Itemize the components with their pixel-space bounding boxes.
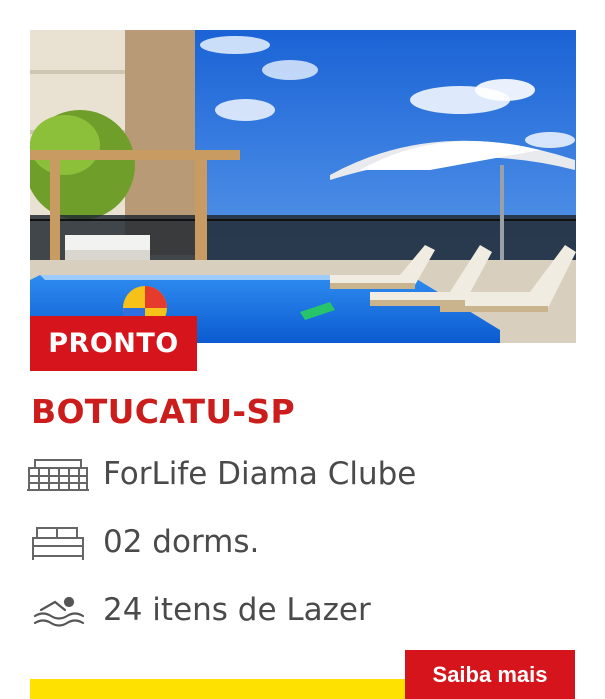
pool-area-illustration (30, 30, 576, 343)
property-card: PRONTO BOTUCATU-SP ForLife Diama Clube 0… (0, 0, 605, 699)
feature-bedrooms: 02 dorms. (25, 518, 585, 566)
status-badge: PRONTO (30, 316, 197, 371)
building-icon (25, 452, 91, 496)
feature-label: 02 dorms. (103, 524, 260, 560)
feature-leisure-items: 24 itens de Lazer (25, 586, 585, 634)
learn-more-button[interactable]: Saiba mais (405, 650, 575, 699)
accent-bar (30, 679, 410, 699)
feature-development-name: ForLife Diama Clube (25, 450, 585, 498)
property-photo[interactable] (30, 30, 576, 343)
feature-label: 24 itens de Lazer (103, 592, 371, 628)
bed-icon (25, 520, 91, 564)
swimmer-icon (25, 588, 91, 632)
city-title: BOTUCATU-SP (31, 392, 295, 431)
feature-label: ForLife Diama Clube (103, 456, 417, 492)
